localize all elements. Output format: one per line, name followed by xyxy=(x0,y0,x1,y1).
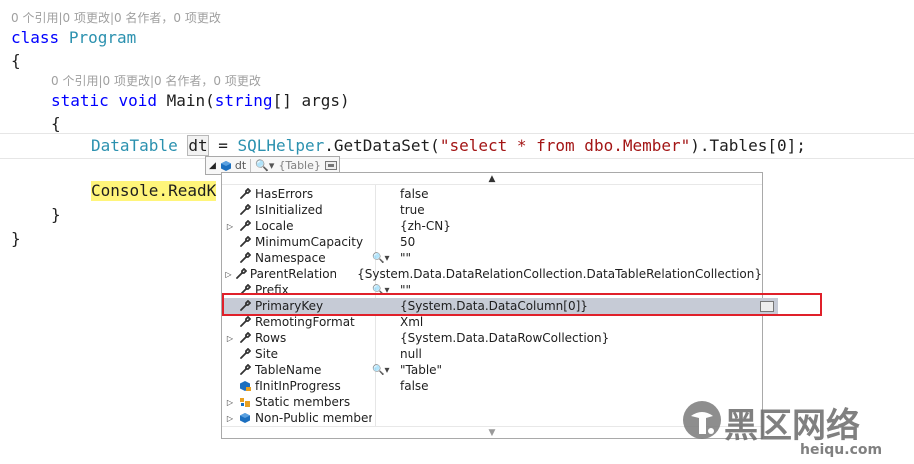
property-row[interactable]: ▷ Locale {zh-CN} xyxy=(222,218,762,234)
watermark-en: heiqu.com xyxy=(800,442,883,458)
wrench-icon xyxy=(238,219,252,233)
property-value[interactable]: {System.Data.DataRowCollection} xyxy=(400,331,609,345)
brace-open-main: { xyxy=(51,114,61,133)
magnifier-dropdown-icon[interactable]: 🔍▾ xyxy=(372,365,400,376)
property-name: Static members xyxy=(255,395,351,409)
static-members-icon xyxy=(238,395,252,409)
datatable-type: DataTable xyxy=(91,136,178,155)
property-value[interactable]: 50 xyxy=(400,235,415,249)
getdataset-call: .GetDataSet( xyxy=(324,136,440,155)
property-name: fInitInProgress xyxy=(255,379,341,393)
wrench-icon xyxy=(238,315,252,329)
expand-arrow-icon[interactable]: ▷ xyxy=(224,222,236,231)
codelens-class[interactable]: 0 个引用|0 项更改|0 名作者，0 项更改 xyxy=(11,9,221,26)
field-icon xyxy=(238,379,252,393)
wrench-icon xyxy=(238,331,252,345)
property-value[interactable]: "Table" xyxy=(400,363,442,377)
property-row[interactable]: ▷ Non-Public members xyxy=(222,410,762,426)
wrench-icon xyxy=(235,267,247,281)
property-row[interactable]: Namespace 🔍▾ "" xyxy=(222,250,762,266)
main-args: [] args) xyxy=(272,91,350,110)
property-row[interactable]: IsInitialized true xyxy=(222,202,762,218)
collapse-triangle-icon[interactable]: ◢ xyxy=(206,157,219,174)
property-row[interactable]: TableName 🔍▾ "Table" xyxy=(222,362,762,378)
property-name: MinimumCapacity xyxy=(255,235,364,249)
wrench-icon xyxy=(238,203,252,217)
expand-arrow-icon[interactable]: ▷ xyxy=(224,414,236,423)
property-value[interactable]: {zh-CN} xyxy=(400,219,451,233)
property-name: Rows xyxy=(255,331,287,345)
wrench-icon xyxy=(238,187,252,201)
property-name: HasErrors xyxy=(255,187,314,201)
console-readkey-line: Console.ReadK xyxy=(91,181,217,201)
expand-arrow-icon[interactable]: ▷ xyxy=(224,334,236,343)
wrench-icon xyxy=(238,363,252,377)
highlight-box xyxy=(222,293,822,316)
brace-close-class: } xyxy=(11,229,21,248)
string-keyword: string xyxy=(214,91,273,110)
dt-variable[interactable]: dt xyxy=(187,135,209,156)
void-keyword: void xyxy=(118,91,157,110)
property-name: IsInitialized xyxy=(255,203,323,217)
expand-arrow-icon[interactable]: ▷ xyxy=(224,398,236,407)
sqlhelper-class: SQLHelper xyxy=(237,136,325,155)
watermark-cn: 黑区网络 xyxy=(724,406,860,446)
property-value[interactable]: false xyxy=(400,187,429,201)
brace-open-class: { xyxy=(11,51,21,70)
sql-string: "select * from dbo.Member" xyxy=(439,136,691,155)
property-row[interactable]: MinimumCapacity 50 xyxy=(222,234,762,250)
scroll-up-icon[interactable]: ▲ xyxy=(222,173,762,185)
code-line-datatable: DataTable dt = SQLHelper.GetDataSet("sel… xyxy=(91,135,806,156)
brace-close-main: } xyxy=(51,205,61,224)
property-name: TableName xyxy=(255,363,322,377)
property-row[interactable]: ▷ Rows {System.Data.DataRowCollection} xyxy=(222,330,762,346)
magnifier-dropdown-icon[interactable]: 🔍▾ xyxy=(372,253,400,264)
property-row[interactable]: fInitInProgress false xyxy=(222,378,762,394)
expand-arrow-icon[interactable]: ▷ xyxy=(224,270,233,279)
property-row[interactable]: RemotingFormat Xml xyxy=(222,314,762,330)
property-row[interactable]: ▷ Static members xyxy=(222,394,762,410)
code-line-main: static void Main(string[] args) xyxy=(51,91,350,111)
tables-index: ).Tables[0]; xyxy=(690,136,806,155)
property-value[interactable]: null xyxy=(400,347,422,361)
property-value[interactable]: true xyxy=(400,203,425,217)
static-keyword: static xyxy=(51,91,109,110)
watermark: 黑区网络 heiqu.com xyxy=(682,396,914,464)
wrench-icon xyxy=(238,235,252,249)
property-name: Locale xyxy=(255,219,294,233)
wrench-icon xyxy=(238,251,252,265)
property-value[interactable]: Xml xyxy=(400,315,423,329)
codelens-main[interactable]: 0 个引用|0 项更改|0 名作者，0 项更改 xyxy=(51,72,261,89)
class-name: Program xyxy=(68,28,137,47)
property-row[interactable]: ▷ ParentRelations {System.Data.DataRelatio… xyxy=(222,266,762,282)
property-row[interactable]: Site null xyxy=(222,346,762,362)
property-name: Namespace xyxy=(255,251,326,265)
class-keyword: class xyxy=(11,28,60,47)
scroll-down-icon[interactable]: ▼ xyxy=(222,426,762,438)
property-name: ParentRelations xyxy=(249,267,337,281)
assign-op: = xyxy=(208,136,238,155)
separator xyxy=(250,159,252,172)
property-name: Site xyxy=(255,347,279,361)
watermark-logo-icon xyxy=(683,401,721,439)
nonpublic-members-icon xyxy=(238,411,252,425)
wrench-icon xyxy=(238,347,252,361)
property-value[interactable]: false xyxy=(400,379,429,393)
property-row[interactable]: HasErrors false xyxy=(222,186,762,202)
code-line-class: class Program xyxy=(11,28,136,48)
main-name: Main( xyxy=(156,91,215,110)
property-name: RemotingFormat xyxy=(255,315,355,329)
property-value[interactable]: "" xyxy=(400,251,411,265)
property-value[interactable]: {System.Data.DataRelationCollection.Data… xyxy=(357,267,762,281)
property-name: Non-Public members xyxy=(255,411,372,425)
